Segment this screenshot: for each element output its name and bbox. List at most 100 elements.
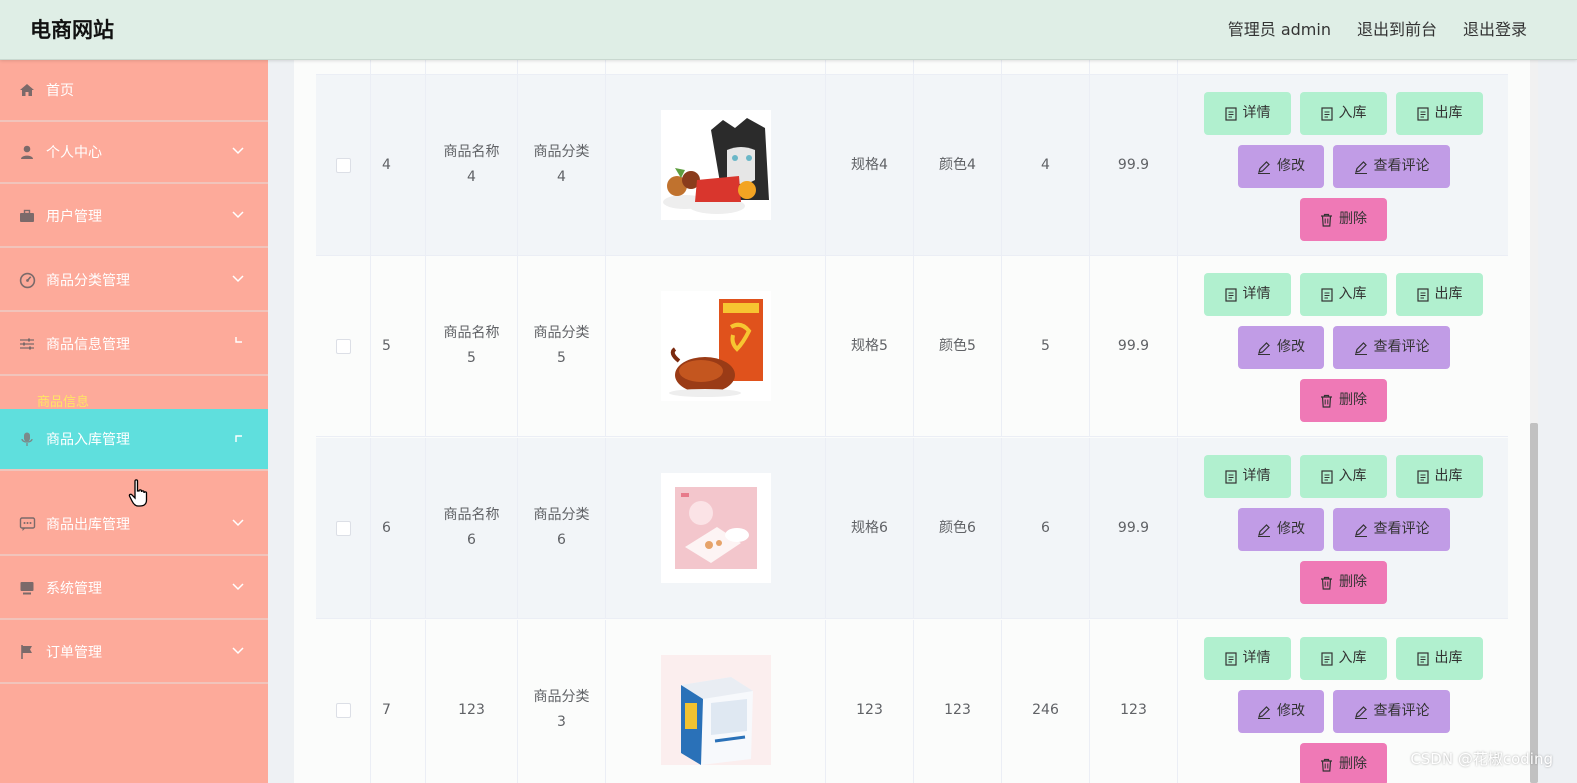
sidebar-item-product-info[interactable]: 商品信息管理 — [0, 314, 268, 376]
view-reviews-button[interactable]: 查看评论 — [1333, 145, 1450, 188]
stock-out-button[interactable]: 出库 — [1396, 92, 1483, 135]
detail-button[interactable]: 详情 — [1204, 273, 1291, 316]
document-icon — [1320, 651, 1333, 666]
cell-actions: 详情 入库 出库 修改 查看评论 删除 — [1178, 75, 1508, 255]
product-image-dessert — [660, 473, 771, 583]
document-icon — [1224, 106, 1237, 121]
sidebar-item-category[interactable]: 商品分类管理 — [0, 250, 268, 312]
document-icon — [1416, 469, 1429, 484]
document-icon — [1320, 469, 1333, 484]
hand-cursor-icon — [128, 479, 150, 511]
main-content: 4 商品名称 4 商品分类 4 规格4 颜色4 4 99.9 详情 入库 出库 … — [268, 60, 1577, 783]
cell-price: 99.9 — [1090, 256, 1178, 436]
pencil-icon — [1354, 160, 1367, 174]
chevron-down-icon — [232, 580, 244, 594]
sidebar-item-label: 商品信息管理 — [46, 337, 130, 353]
document-icon — [1416, 651, 1429, 666]
sidebar-item-label: 商品分类管理 — [46, 273, 130, 289]
cell-product-category: 商品分类 5 — [518, 256, 606, 436]
view-reviews-button[interactable]: 查看评论 — [1333, 508, 1450, 551]
detail-button[interactable]: 详情 — [1204, 455, 1291, 498]
row-checkbox[interactable] — [335, 520, 351, 536]
sidebar-item-users[interactable]: 用户管理 — [0, 186, 268, 248]
detail-button[interactable]: 详情 — [1204, 637, 1291, 680]
sidebar-item-label: 订单管理 — [46, 645, 102, 661]
flag-icon — [18, 643, 36, 661]
chevron-down-icon — [232, 144, 244, 158]
stock-in-button[interactable]: 入库 — [1300, 455, 1387, 498]
cell-color: 颜色6 — [914, 438, 1002, 618]
pencil-icon — [1354, 523, 1367, 537]
row-checkbox[interactable] — [335, 702, 351, 718]
cell-spec: 规格4 — [826, 75, 914, 255]
cell-count: 4 — [1002, 75, 1090, 255]
cell-product-category: 商品分类 6 — [518, 438, 606, 618]
stock-in-button[interactable]: 入库 — [1300, 273, 1387, 316]
chevron-down-icon — [232, 272, 244, 286]
sidebar-item-orders[interactable]: 订单管理 — [0, 622, 268, 684]
edit-button[interactable]: 修改 — [1238, 690, 1324, 733]
submenu-item-product-info[interactable]: 商品信息 — [37, 391, 89, 410]
document-icon — [1320, 287, 1333, 302]
delete-button[interactable]: 删除 — [1300, 379, 1387, 422]
cell-product-image — [606, 75, 826, 255]
document-icon — [1224, 651, 1237, 666]
trash-icon — [1321, 576, 1332, 590]
stock-out-button[interactable]: 出库 — [1396, 637, 1483, 680]
edit-button[interactable]: 修改 — [1238, 145, 1324, 188]
row-checkbox[interactable] — [335, 157, 351, 173]
cell-price: 99.9 — [1090, 438, 1178, 618]
back-to-front-link[interactable]: 退出到前台 — [1357, 16, 1437, 40]
table-row-partial — [316, 60, 1508, 75]
scrollbar-thumb[interactable] — [1530, 423, 1538, 783]
sidebar-item-label: 用户管理 — [46, 209, 102, 225]
pencil-icon — [1258, 160, 1270, 174]
sidebar-item-label: 个人中心 — [46, 145, 102, 161]
document-icon — [1320, 106, 1333, 121]
sidebar-item-system[interactable]: 系统管理 — [0, 558, 268, 620]
logout-link[interactable]: 退出登录 — [1463, 16, 1527, 40]
stock-in-button[interactable]: 入库 — [1300, 92, 1387, 135]
delete-button[interactable]: 删除 — [1300, 198, 1387, 241]
table-card: 4 商品名称 4 商品分类 4 规格4 颜色4 4 99.9 详情 入库 出库 … — [294, 60, 1531, 783]
table-row: 7 123 商品分类 3 123 123 246 123 详情 入库 出库 修改… — [316, 620, 1508, 783]
watermark: CSDN @花椒coding — [1410, 750, 1553, 768]
chevron-down-icon — [232, 644, 244, 658]
chat-icon — [18, 515, 36, 533]
sidebar-item-home[interactable]: 首页 — [0, 60, 268, 122]
stock-out-button[interactable]: 出库 — [1396, 455, 1483, 498]
cell-spec: 规格6 — [826, 438, 914, 618]
table-row: 6 商品名称 6 商品分类 6 规格6 颜色6 6 99.9 详情 入库 出库 … — [316, 438, 1508, 619]
briefcase-icon — [18, 207, 36, 225]
edit-button[interactable]: 修改 — [1238, 508, 1324, 551]
trash-icon — [1321, 758, 1332, 772]
cell-count: 246 — [1002, 620, 1090, 783]
cell-product-name: 商品名称 5 — [426, 256, 518, 436]
sidebar-item-stock-in[interactable]: 商品入库管理 — [0, 409, 268, 471]
table-row: 5 商品名称 5 商品分类 5 规格5 颜色5 5 99.9 详情 入库 出库 … — [316, 256, 1508, 437]
pencil-icon — [1354, 705, 1367, 719]
document-icon — [1224, 469, 1237, 484]
view-reviews-button[interactable]: 查看评论 — [1333, 326, 1450, 369]
pencil-icon — [1258, 705, 1270, 719]
sidebar-item-label: 首页 — [46, 83, 74, 99]
stock-out-button[interactable]: 出库 — [1396, 273, 1483, 316]
cell-product-image — [606, 620, 826, 783]
cell-product-name: 商品名称 4 — [426, 75, 518, 255]
view-reviews-button[interactable]: 查看评论 — [1333, 690, 1450, 733]
edit-button[interactable]: 修改 — [1238, 326, 1324, 369]
cell-index: 7 — [371, 620, 426, 783]
row-checkbox[interactable] — [335, 338, 351, 354]
delete-button[interactable]: 删除 — [1300, 743, 1387, 783]
trash-icon — [1321, 213, 1332, 227]
detail-button[interactable]: 详情 — [1204, 92, 1291, 135]
document-icon — [1416, 287, 1429, 302]
cell-color: 颜色5 — [914, 256, 1002, 436]
pencil-icon — [1258, 341, 1270, 355]
chevron-down-icon — [232, 208, 244, 222]
cell-product-category: 商品分类 3 — [518, 620, 606, 783]
delete-button[interactable]: 删除 — [1300, 561, 1387, 604]
sidebar-item-personal[interactable]: 个人中心 — [0, 122, 268, 184]
cell-product-name: 123 — [426, 620, 518, 783]
stock-in-button[interactable]: 入库 — [1300, 637, 1387, 680]
